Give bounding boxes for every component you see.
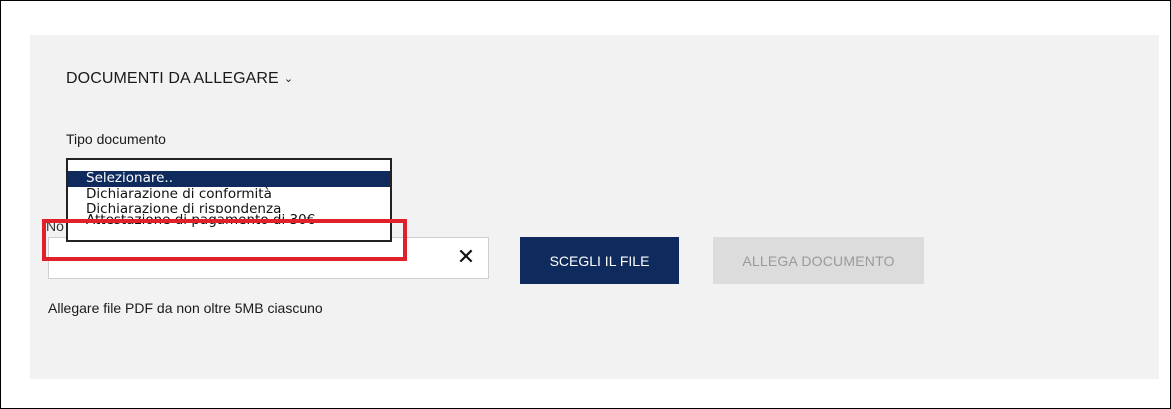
dropdown-option-conformita[interactable]: Dichiarazione di conformità bbox=[68, 187, 390, 203]
section-title: DOCUMENTI DA ALLEGARE bbox=[66, 70, 279, 87]
file-name-label: No bbox=[46, 218, 64, 234]
document-type-label: Tipo documento bbox=[66, 131, 166, 147]
dropdown-option-rispondenza[interactable]: Dichiarazione di rispondenza bbox=[68, 202, 390, 213]
choose-file-button[interactable]: SCEGLI IL FILE bbox=[520, 237, 679, 284]
dropdown-option-pagamento[interactable]: Attestazione di pagamento di 30€ bbox=[68, 213, 390, 229]
attach-document-button[interactable]: ALLEGA DOCUMENTO bbox=[713, 237, 924, 284]
dropdown-option-placeholder[interactable]: Selezionare.. bbox=[68, 171, 390, 187]
file-name-input[interactable] bbox=[48, 237, 489, 279]
clear-icon[interactable]: ✕ bbox=[456, 246, 476, 268]
section-header[interactable]: DOCUMENTI DA ALLEGARE ⌄ bbox=[66, 70, 293, 88]
chevron-down-icon: ⌄ bbox=[283, 72, 294, 85]
file-size-hint: Allegare file PDF da non oltre 5MB ciasc… bbox=[48, 300, 323, 316]
document-type-dropdown-list[interactable]: Selezionare.. Dichiarazione di conformit… bbox=[66, 158, 392, 242]
